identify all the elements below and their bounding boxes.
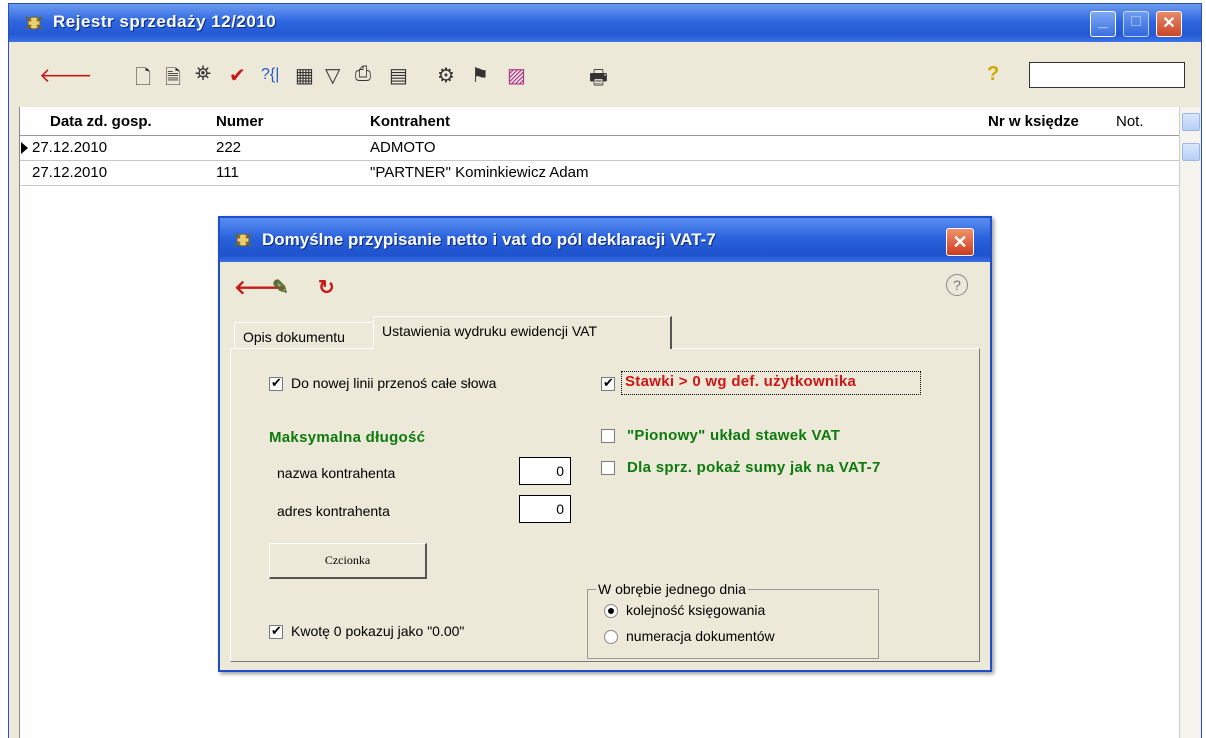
minimize-icon: _ [1098, 13, 1108, 30]
column-header-number[interactable]: Numer [216, 113, 264, 130]
row-number: 222 [216, 139, 242, 156]
column-header-ledger[interactable]: Nr w księdze [988, 113, 1079, 130]
document-numbering-radio[interactable] [604, 630, 618, 644]
sales-sums-label[interactable]: Dla sprz. pokaż sumy jak na VAT-7 [627, 459, 881, 476]
posting-order-label[interactable]: kolejność księgowania [626, 602, 765, 618]
printer-icon[interactable]: 🖶 [589, 63, 608, 97]
minimize-button[interactable]: _ [1090, 11, 1116, 37]
font-button[interactable]: Czcionka [269, 543, 427, 579]
main-toolbar: 🡐 🗋 🗎 ⛯ ✔ ?{| ▦ ▽ ⎙ ▤ ⚙ ⚑ ▨ 🖶 ? [9, 54, 1201, 98]
vertical-scrollbar[interactable] [1179, 107, 1200, 738]
document-numbering-label[interactable]: numeracja dokumentów [626, 628, 775, 644]
posting-order-radio[interactable] [604, 604, 618, 618]
tab-label: Ustawienia wydruku ewidencji VAT [382, 323, 598, 339]
grid-header: Data zd. gosp. Numer Kontrahent Nr w ksi… [20, 107, 1180, 136]
calculator-icon[interactable]: ▤ [389, 63, 408, 88]
filter-icon[interactable]: ▽ [325, 63, 340, 88]
wrap-words-label[interactable]: Do nowej linii przenoś całe słowa [291, 375, 496, 391]
contractor-address-length-input[interactable]: 0 [519, 495, 571, 523]
vat-settings-dialog: Domyślne przypisanie netto i vat do pól … [218, 216, 992, 672]
app-icon [25, 16, 43, 30]
same-day-group-title: W obrębie jednego dnia [596, 581, 748, 597]
group-icon[interactable]: ⚙ [437, 63, 455, 88]
chart-icon[interactable]: ▨ [507, 63, 526, 88]
close-icon: ✕ [952, 232, 968, 252]
dialog-close-button[interactable]: ✕ [946, 228, 974, 256]
row-number: 111 [216, 164, 239, 181]
table-icon[interactable]: ▦ [295, 63, 314, 88]
row-date: 27.12.2010 [32, 139, 108, 156]
dialog-app-icon [234, 233, 252, 247]
help-icon[interactable]: ? [946, 274, 968, 296]
users-icon[interactable]: ⚑ [471, 63, 489, 88]
scroll-up-icon[interactable] [1182, 113, 1200, 131]
zero-amount-checkbox[interactable] [269, 623, 283, 639]
scroll-thumb[interactable] [1182, 143, 1200, 161]
tab-vat-print-settings[interactable]: Ustawienia wydruku ewidencji VAT [373, 316, 672, 349]
user-rates-label[interactable]: Stawki > 0 wg def. użytkownika [625, 373, 856, 390]
same-day-group: W obrębie jednego dnia kolejność księgow… [587, 581, 879, 659]
new-document-icon[interactable]: 🗋 [135, 63, 151, 97]
maximize-button[interactable]: □ [1123, 11, 1149, 37]
contractor-name-label: nazwa kontrahenta [277, 465, 396, 481]
tab-label: Opis dokumentu [243, 329, 345, 345]
current-row-indicator-icon [21, 142, 28, 154]
close-button[interactable]: ✕ [1156, 11, 1182, 37]
vertical-rates-label[interactable]: "Pionowy" układ stawek VAT [627, 427, 840, 444]
help-bracket-icon[interactable]: ?{| [261, 66, 279, 84]
maximize-icon: □ [1131, 13, 1141, 30]
binoculars-icon[interactable]: ⛯ [195, 63, 211, 86]
column-header-note[interactable]: Not. [1116, 113, 1144, 130]
dialog-title: Domyślne przypisanie netto i vat do pól … [262, 230, 716, 249]
edit-icon[interactable]: ✎ [272, 275, 289, 300]
column-header-date[interactable]: Data zd. gosp. [50, 113, 152, 130]
dialog-titlebar[interactable]: Domyślne przypisanie netto i vat do pól … [220, 218, 990, 262]
max-length-heading: Maksymalna długość [269, 429, 426, 446]
tab-document-description[interactable]: Opis dokumentu [234, 322, 374, 349]
sales-sums-checkbox[interactable] [601, 461, 615, 475]
refresh-icon[interactable]: ↻ [318, 275, 335, 300]
back-arrow-icon[interactable]: 🡐 [39, 63, 93, 88]
row-date: 27.12.2010 [32, 164, 108, 181]
row-contractor: "PARTNER" Kominkiewicz Adam [370, 164, 589, 181]
copy-document-icon[interactable]: 🗎 [165, 63, 181, 97]
vertical-rates-checkbox[interactable] [601, 429, 615, 443]
table-row[interactable]: 27.12.2010 111 "PARTNER" Kominkiewicz Ad… [20, 161, 1180, 186]
user-rates-checkbox[interactable] [601, 375, 615, 391]
wrap-words-checkbox[interactable] [269, 375, 283, 391]
contractor-address-label: adres kontrahenta [277, 503, 390, 519]
checkmark-icon[interactable]: ✔ [229, 63, 246, 88]
column-header-contractor[interactable]: Kontrahent [370, 113, 450, 130]
close-icon: ✕ [1162, 15, 1176, 32]
zero-amount-label[interactable]: Kwotę 0 pokazuj jako "0.00" [291, 623, 464, 639]
search-input[interactable] [1029, 62, 1185, 88]
print-icon[interactable]: ⎙ [355, 63, 371, 86]
help-icon[interactable]: ? [987, 63, 999, 86]
table-row[interactable]: 27.12.2010 222 ADMOTO [20, 136, 1180, 161]
settings-panel: Do nowej linii przenoś całe słowa Maksym… [230, 348, 980, 662]
main-window-title: Rejestr sprzedaży 12/2010 [53, 12, 277, 31]
main-titlebar[interactable]: Rejestr sprzedaży 12/2010 _ □ ✕ [9, 4, 1201, 42]
contractor-name-length-input[interactable]: 0 [519, 457, 571, 485]
row-contractor: ADMOTO [370, 139, 436, 156]
